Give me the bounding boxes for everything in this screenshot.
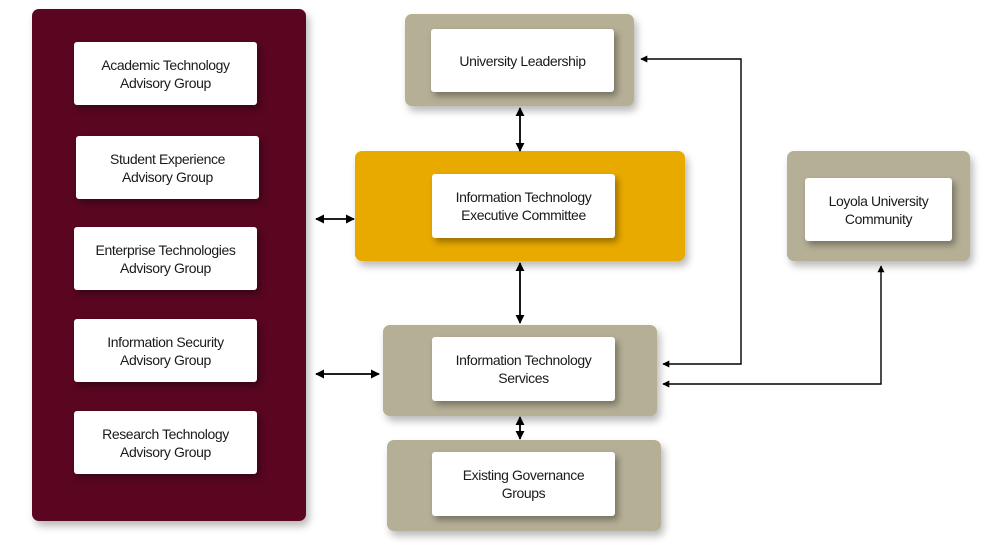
arrow-its-community bbox=[662, 265, 885, 388]
loyola-community-box: Loyola University Community bbox=[805, 178, 952, 241]
information-security-advisory-group: Information Security Advisory Group bbox=[74, 319, 257, 382]
enterprise-technologies-advisory-group: Enterprise Technologies Advisory Group bbox=[74, 227, 257, 290]
research-technology-advisory-group: Research Technology Advisory Group bbox=[74, 411, 257, 474]
it-executive-committee-box: Information Technology Executive Committ… bbox=[432, 174, 615, 238]
it-services-box: Information Technology Services bbox=[432, 337, 615, 401]
university-leadership-box: University Leadership bbox=[431, 29, 614, 92]
academic-technology-advisory-group: Academic Technology Advisory Group bbox=[74, 42, 257, 105]
student-experience-advisory-group: Student Experience Advisory Group bbox=[76, 136, 259, 199]
existing-governance-box: Existing Governance Groups bbox=[432, 452, 615, 516]
